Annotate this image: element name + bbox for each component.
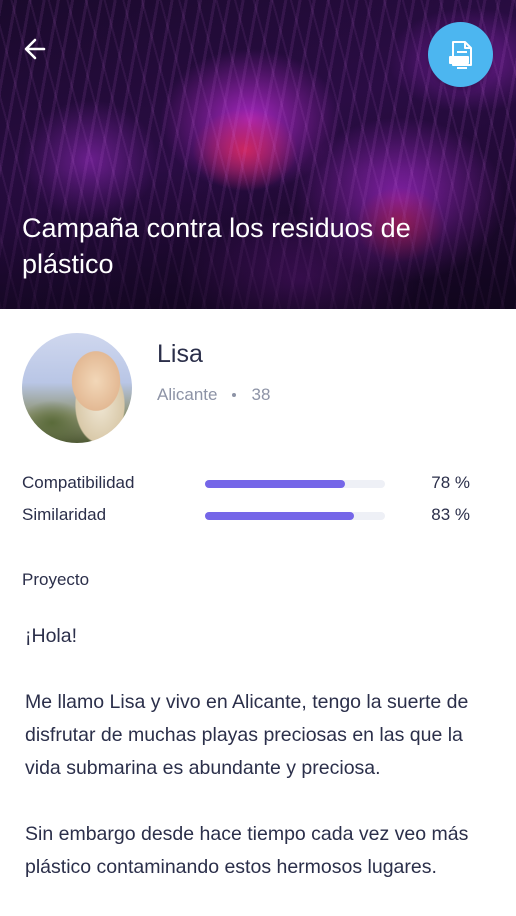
progress-track: [205, 480, 385, 488]
stat-label: Similaridad: [22, 505, 107, 524]
progress-fill: [205, 512, 355, 520]
avatar: [22, 333, 132, 443]
project-paragraph: Sin embargo desde hace tiempo cada vez v…: [25, 823, 469, 878]
separator-dot: [232, 393, 237, 397]
project-paragraph: ¡Hola!: [25, 625, 78, 647]
stat-row-compatibilidad: Compatibilidad 78 %: [22, 473, 482, 495]
stat-value: 83 %: [431, 505, 470, 524]
project-paragraph: Me llamo Lisa y vivo en Alicante, tengo …: [25, 691, 469, 779]
profile-meta: Alicante 38: [157, 385, 270, 405]
profile-city: Alicante: [157, 385, 218, 404]
hero-image: Campaña contra los residuos de plástico: [0, 0, 516, 309]
profile-name: Lisa: [157, 340, 203, 368]
document-icon: [448, 40, 472, 69]
progress-fill: [205, 480, 346, 488]
profile-age: 38: [251, 385, 271, 404]
project-heading: Proyecto: [22, 570, 90, 589]
document-button[interactable]: [428, 22, 493, 87]
stat-row-similaridad: Similaridad 83 %: [22, 505, 482, 527]
stat-label: Compatibilidad: [22, 473, 135, 492]
project-description: ¡Hola! Me llamo Lisa y vivo en Alicante,…: [25, 620, 495, 916]
stat-value: 78 %: [431, 473, 470, 492]
arrow-left-icon: [24, 38, 46, 60]
back-button[interactable]: [18, 32, 52, 66]
progress-track: [205, 512, 385, 520]
campaign-title: Campaña contra los residuos de plástico: [22, 213, 411, 279]
